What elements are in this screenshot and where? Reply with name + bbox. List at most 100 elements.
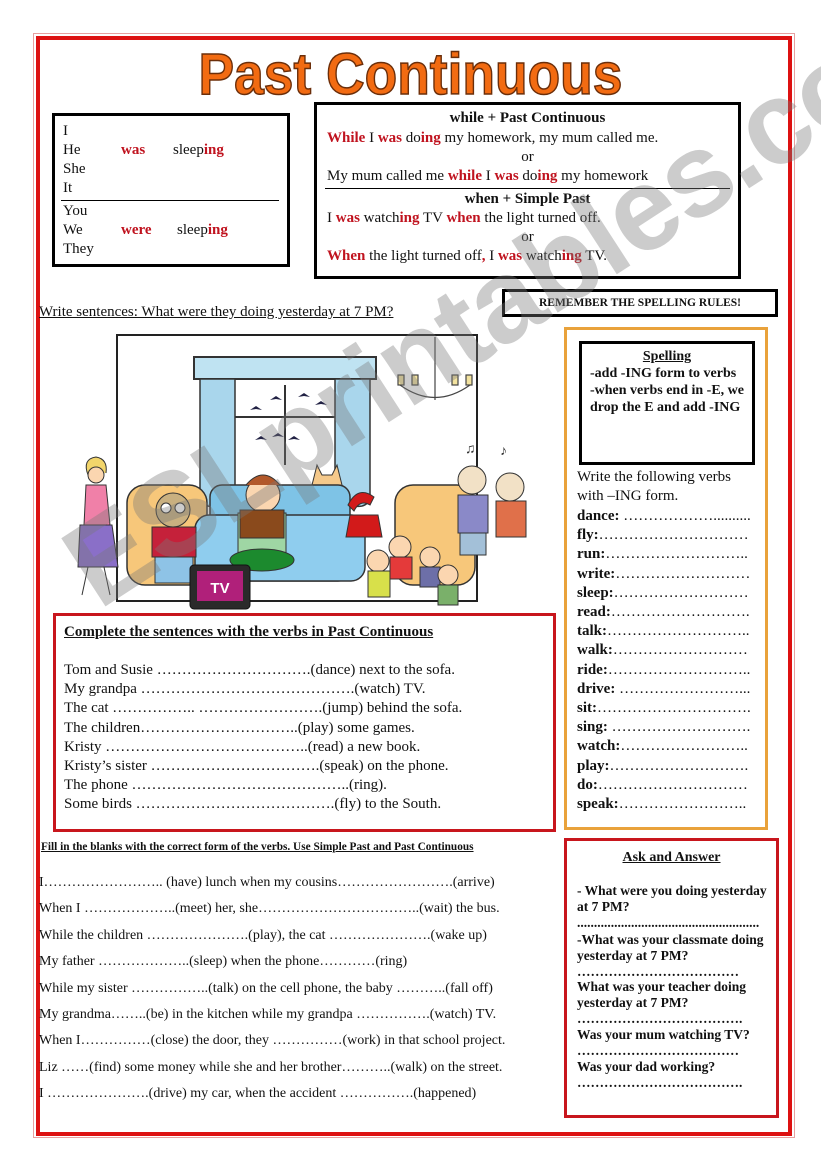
illustration-svg: TV ♫ ♪ <box>77 334 527 610</box>
exercise-sentence[interactable]: I…………………….. (have) lunch when my cousins… <box>39 870 505 896</box>
answer-blank[interactable]: …………………….. <box>620 738 748 754</box>
exercise-sentence[interactable]: I ………………….(drive) my car, when the accid… <box>39 1081 505 1107</box>
verbs-list: dance: ……………….......... fly:………………………… r… <box>577 507 762 814</box>
exercise-sentence[interactable]: My grandma……..(be) in the kitchen while … <box>39 1002 505 1028</box>
verb-item: talk:……………………….. <box>577 622 762 641</box>
txt: my homework <box>557 168 649 184</box>
example-verb-plural: sleeping <box>177 221 228 240</box>
page-title: Past Continuous <box>198 42 623 107</box>
answer-blank[interactable]: ………………………… <box>598 777 748 793</box>
verb-label: talk: <box>577 623 607 640</box>
divider <box>325 188 730 189</box>
txt: I <box>365 130 378 146</box>
write-sentences-heading: Write sentences: What were they doing ye… <box>39 304 394 320</box>
answer-blank[interactable]: ………………………………. <box>577 1075 770 1091</box>
woman-leg <box>81 566 89 596</box>
or-separator: or <box>521 149 534 165</box>
txt: the light turned off. <box>480 210 601 226</box>
verb-stem: sleep <box>177 222 208 238</box>
verb-label: sing: <box>577 719 608 736</box>
verb-item: play:………………………. <box>577 757 762 776</box>
complete-sentences-box: Complete the sentences with the verbs in… <box>53 613 556 832</box>
while-example-2: My mum called me while I was doing my ho… <box>327 167 728 186</box>
pronoun: You <box>63 203 88 219</box>
verb-stem: sleep <box>173 142 204 158</box>
woman-leg <box>103 566 111 596</box>
answer-blank[interactable]: ……………………….. <box>608 662 751 678</box>
kw: ing <box>537 168 558 184</box>
exercise-sentence[interactable]: The phone ……………………………………..(ring). <box>64 776 462 795</box>
txt: my homework, my mum called me. <box>440 130 659 146</box>
exercise-sentence[interactable]: The cat …………….. …………………….(jump) behind t… <box>64 699 462 718</box>
answer-blank[interactable]: …………………….. <box>619 796 747 812</box>
exercise-sentence[interactable]: When I……………(close) the door, they ……………(… <box>39 1028 505 1054</box>
txt: do <box>518 168 538 184</box>
verb-suffix: ing <box>203 142 224 158</box>
verb-label: drive: <box>577 680 616 697</box>
exercise-sentence[interactable]: While my sister ……………..(talk) on the cel… <box>39 976 505 1002</box>
aux-were: were <box>121 222 152 238</box>
answer-blank[interactable]: ………………………. <box>611 604 750 620</box>
kw: was <box>335 210 360 226</box>
verb-label: watch: <box>577 738 621 755</box>
answer-blank[interactable]: ……………….......... <box>620 508 751 524</box>
answer-blank[interactable]: ……………………………… <box>577 1043 770 1059</box>
woman-skirt <box>77 524 119 568</box>
answer-blank[interactable]: ……………………………… <box>577 964 770 980</box>
remember-spelling-banner: REMEMBER THE SPELLING RULES! <box>502 289 778 317</box>
complete-heading: Complete the sentences with the verbs in… <box>64 624 434 640</box>
when-header: when + Simple Past <box>464 191 591 207</box>
exercise-sentence[interactable]: Tom and Susie ………………………….(dance) next to… <box>64 661 462 680</box>
exercise-sentence[interactable]: The children…………………………..(play) some game… <box>64 719 462 738</box>
exercise-sentence[interactable]: Some birds ………………………………….(fly) to the So… <box>64 795 462 814</box>
grandpa-glasses <box>174 502 186 514</box>
answer-blank[interactable]: ……………………… <box>614 585 749 601</box>
answer-blank[interactable]: ………………………… <box>599 527 749 543</box>
answer-blank[interactable]: ………………………. <box>610 758 749 774</box>
answer-blank[interactable]: ………………………………. <box>577 1011 770 1027</box>
verb-label: ride: <box>577 661 608 678</box>
verb-item: sleep:……………………… <box>577 584 762 603</box>
living-room-illustration: TV ♫ ♪ <box>60 325 560 615</box>
spelling-title: Spelling <box>642 349 692 364</box>
exercise-sentence[interactable]: My father ………………..(sleep) when the phone… <box>39 949 505 975</box>
question-item: -What was your classmate doing yesterday… <box>577 932 770 980</box>
kw: was <box>377 130 403 146</box>
answer-blank[interactable]: ……………………... <box>615 681 750 697</box>
answer-blank[interactable]: …………………………. <box>597 700 751 716</box>
exercise-sentence[interactable]: Liz ……(find) some money while she and he… <box>39 1055 505 1081</box>
answer-blank[interactable]: ……………………… <box>613 642 748 658</box>
answer-blank[interactable]: ……………………….. <box>607 623 750 639</box>
exercise-sentence[interactable]: When I ………………..(meet) her, she…………………………… <box>39 896 505 922</box>
verb-item: fly:………………………… <box>577 526 762 545</box>
answer-blank[interactable]: ........................................… <box>577 915 770 931</box>
answer-blank[interactable]: ……………………… <box>615 566 750 582</box>
exercise-sentence[interactable]: Kristy’s sister …………………………….(speak) on t… <box>64 757 462 776</box>
question-item: Was your dad working?………………………………. <box>577 1059 770 1091</box>
when-example-2: When the light turned off, I was watchin… <box>327 247 728 266</box>
while-when-box: while + Past Continuous While I was doin… <box>314 102 741 279</box>
verb-item: drive: ……………………... <box>577 680 762 699</box>
while-header: while + Past Continuous <box>449 110 606 126</box>
verb-item: ride:……………………….. <box>577 661 762 680</box>
question-item: - What were you doing yesterday at 7 PM?… <box>577 883 770 931</box>
exercise-sentence[interactable]: While the children ………………….(play), the c… <box>39 923 505 949</box>
verb-item: write:……………………… <box>577 565 762 584</box>
ask-answer-box: Ask and Answer - What were you doing yes… <box>564 838 779 1118</box>
txt: I <box>481 168 495 184</box>
exercise-sentence[interactable]: Kristy …………………………………..(read) a new book. <box>64 738 462 757</box>
pronoun: He <box>63 142 81 158</box>
answer-blank[interactable]: ……………………….. <box>605 546 748 562</box>
verb-item: dance: ……………….......... <box>577 507 762 526</box>
music-note-icon: ♪ <box>500 444 507 459</box>
woman-head <box>87 466 105 484</box>
verb-item: run:……………………….. <box>577 545 762 564</box>
kw: While <box>327 130 366 146</box>
answer-blank[interactable]: ………………………. <box>608 719 751 735</box>
exercise-sentence[interactable]: My grandpa …………………………………….(watch) TV. <box>64 680 462 699</box>
verb-label: play: <box>577 757 610 774</box>
verb-label: read: <box>577 604 611 621</box>
when-example-1: I was watching TV when the light turned … <box>327 209 728 228</box>
verb-label: walk: <box>577 642 613 659</box>
verb-label: run: <box>577 546 606 563</box>
